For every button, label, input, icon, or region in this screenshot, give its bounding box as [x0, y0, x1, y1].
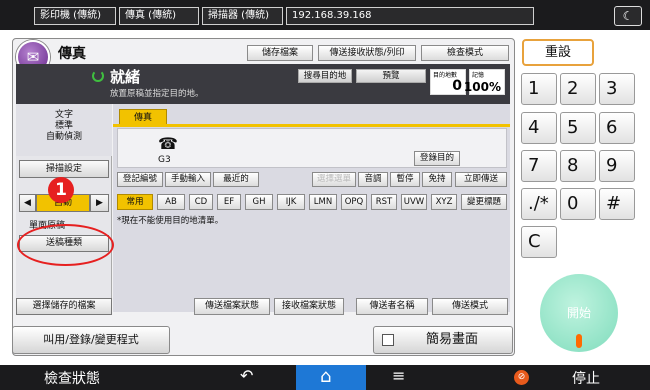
status-text: 就緒	[110, 68, 141, 86]
tx-file-status-button[interactable]: 傳送檔案狀態	[194, 298, 270, 315]
fax-line-label: G3	[158, 155, 171, 165]
keypad-key[interactable]: 3	[599, 73, 635, 105]
tab-scanner[interactable]: 掃描器 (傳統)	[202, 7, 283, 25]
memory-value: 100%	[463, 80, 501, 94]
tab-fax-destination[interactable]: 傳真	[119, 109, 167, 125]
home-icon: ⌂	[320, 366, 332, 387]
start-indicator-led	[576, 334, 582, 348]
destination-list-note: *現在不能使用目的地清單。	[117, 216, 224, 226]
tab-copier[interactable]: 影印機 (傳統)	[34, 7, 116, 25]
program-button[interactable]: 叫用/登錄/變更程式	[12, 326, 170, 354]
keypad-key[interactable]: 0	[560, 188, 596, 220]
tx-mode-button[interactable]: 傳送模式	[432, 298, 508, 315]
tone-button[interactable]: 音調	[358, 172, 388, 187]
dest-count-value: 0	[452, 78, 462, 94]
alpha-button[interactable]: RST	[371, 194, 397, 210]
start-label: 開始	[566, 306, 591, 320]
alpha-button[interactable]: 常用	[117, 194, 153, 210]
select-menu-button[interactable]: 選擇選單	[312, 172, 356, 187]
preview-button[interactable]: 預覽	[356, 69, 426, 83]
keypad-key[interactable]: 9	[599, 150, 635, 182]
tab-fax[interactable]: 傳真 (傳統)	[119, 7, 199, 25]
address-field: 192.168.39.168	[286, 7, 534, 25]
check-status-button[interactable]: 檢查狀態	[44, 368, 100, 388]
moon-icon[interactable]: ☾	[614, 6, 642, 26]
alpha-button[interactable]: XYZ	[431, 194, 457, 210]
stop-icon: ⊘	[514, 370, 529, 385]
memory-label: 記憶	[472, 72, 485, 79]
home-button[interactable]: ⌂	[296, 365, 366, 390]
alpha-button[interactable]: LMN	[309, 194, 337, 210]
destination-list	[117, 230, 507, 296]
registration-no-button[interactable]: 登記編號	[117, 172, 163, 187]
alpha-button[interactable]: IJK	[277, 194, 305, 210]
keypad-key[interactable]: C	[521, 226, 557, 258]
alpha-button[interactable]: UVW	[401, 194, 427, 210]
fax-machine-icon: ☎	[158, 134, 178, 153]
back-icon[interactable]: ↶	[240, 366, 253, 385]
on-hook-button[interactable]: 免持	[422, 172, 452, 187]
select-stored-file-button[interactable]: 選擇儲存的檔案	[16, 298, 112, 315]
check-modes-button[interactable]: 檢查模式	[421, 45, 509, 61]
checkbox-icon	[382, 334, 394, 346]
manual-entry-button[interactable]: 手動輸入	[165, 172, 211, 187]
keypad-key[interactable]: 1	[521, 73, 557, 105]
alpha-button[interactable]: 變更標題	[461, 194, 507, 210]
density-left-button[interactable]: ◀	[19, 194, 36, 212]
keypad-key[interactable]: 2	[560, 73, 596, 105]
keypad-key[interactable]: 5	[560, 112, 596, 144]
alpha-button[interactable]: CD	[189, 194, 213, 210]
alpha-button[interactable]: OPQ	[341, 194, 367, 210]
scan-settings-button[interactable]: 掃描設定	[19, 160, 109, 178]
tx-rx-status-button[interactable]: 傳送接收狀態/列印	[318, 45, 416, 61]
immediate-tx-button[interactable]: 立即傳送	[455, 172, 507, 187]
destination-count: 目的地數 0	[430, 69, 466, 95]
alpha-button[interactable]: GH	[245, 194, 273, 210]
recent-button[interactable]: 最近的	[213, 172, 259, 187]
annotation-marker: 1	[48, 177, 74, 203]
menu-icon[interactable]: ≡	[392, 366, 405, 385]
simple-screen-label: 簡易畫面	[425, 332, 478, 347]
keypad-key[interactable]: #	[599, 188, 635, 220]
alpha-button[interactable]: AB	[157, 194, 185, 210]
keypad-key[interactable]: 6	[599, 112, 635, 144]
keypad-key[interactable]: 8	[560, 150, 596, 182]
rx-file-status-button[interactable]: 接收檔案狀態	[274, 298, 344, 315]
density-right-button[interactable]: ▶	[90, 194, 109, 212]
keypad-key[interactable]: 4	[521, 112, 557, 144]
memory-indicator: 記憶 100%	[464, 69, 505, 95]
annotation-ring	[17, 224, 114, 266]
alpha-button[interactable]: EF	[217, 194, 241, 210]
register-destination-button[interactable]: 登錄目的	[414, 151, 460, 166]
page-title: 傳真	[58, 46, 86, 62]
stop-button[interactable]: 停止	[572, 368, 600, 388]
keypad-key[interactable]: ./*	[521, 188, 557, 220]
store-file-button[interactable]: 儲存檔案	[247, 45, 313, 61]
keypad-key[interactable]: 7	[521, 150, 557, 182]
reset-button[interactable]: 重設	[522, 39, 594, 66]
ready-icon	[92, 70, 104, 82]
scan-settings-summary: 文字 標準 自動偵測	[16, 104, 112, 156]
pause-button[interactable]: 暫停	[390, 172, 420, 187]
status-subtext: 放置原稿並指定目的地。	[110, 89, 204, 99]
simple-screen-toggle[interactable]: 簡易畫面	[373, 326, 513, 354]
sender-name-button[interactable]: 傳送者名稱	[356, 298, 428, 315]
search-destination-button[interactable]: 搜尋目的地	[298, 69, 352, 83]
tab-underline	[113, 124, 510, 127]
